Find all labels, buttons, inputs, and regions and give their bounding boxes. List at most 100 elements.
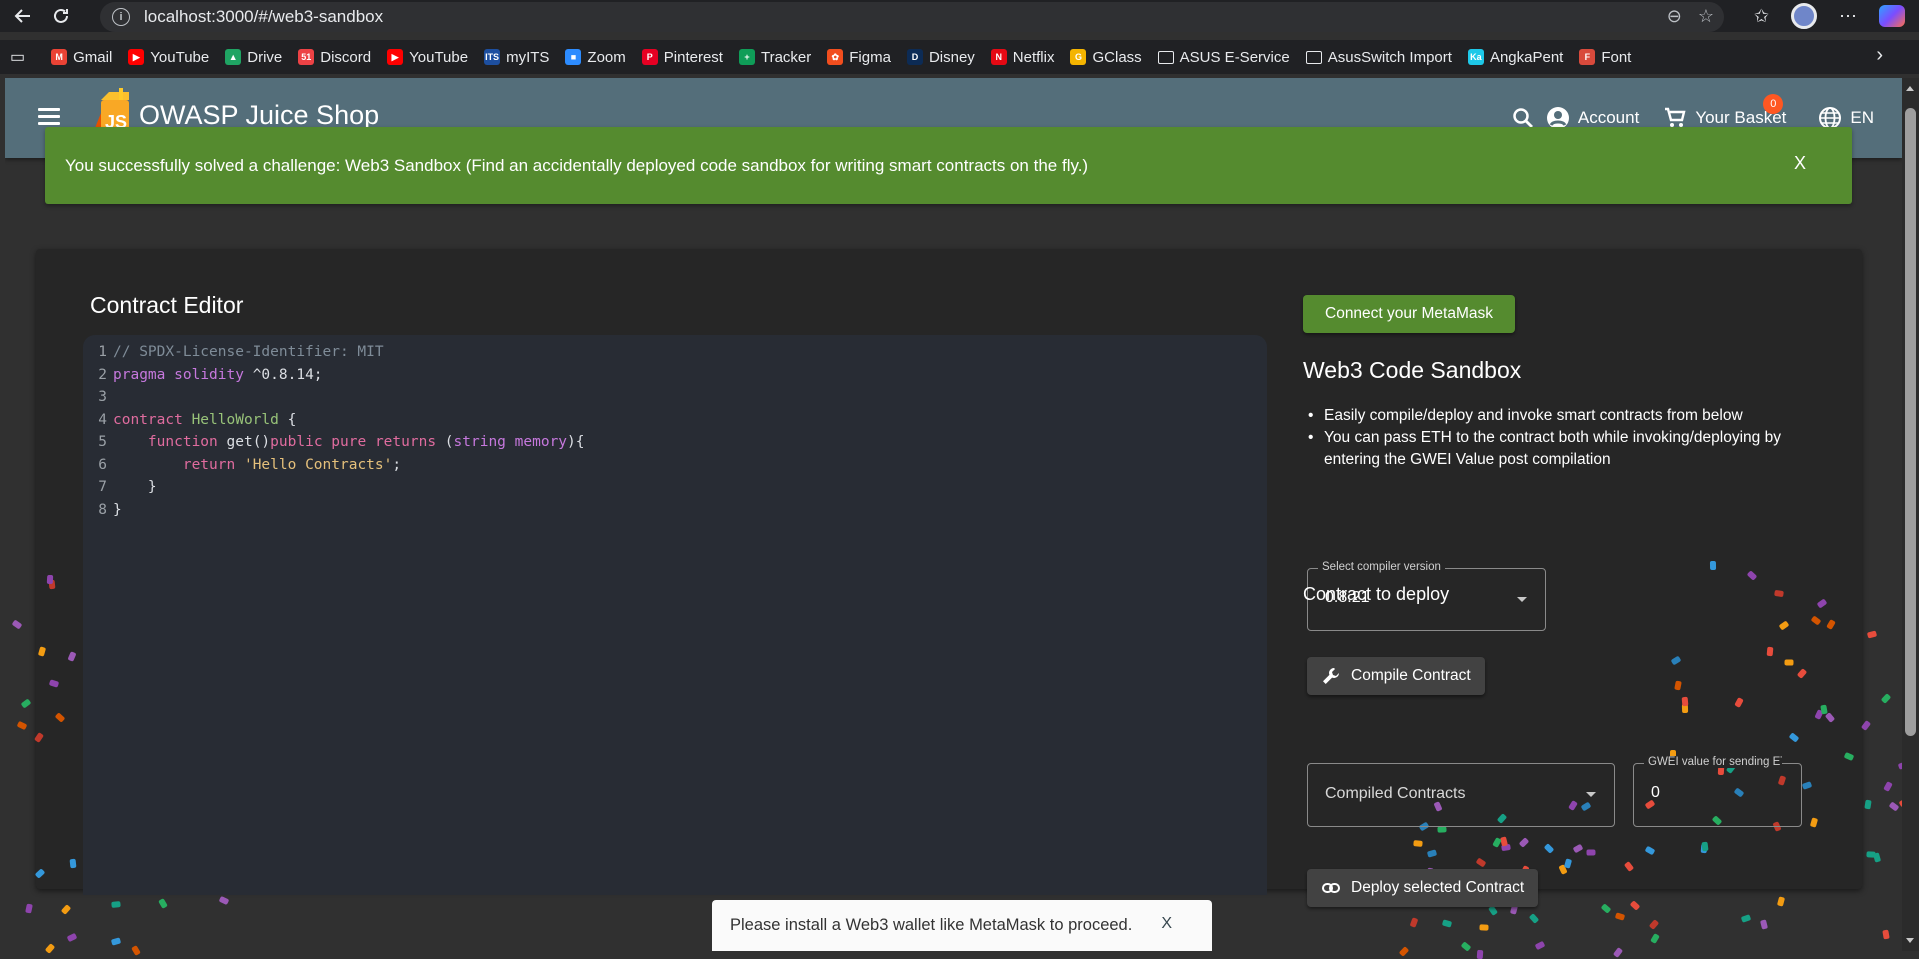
bookmark-item[interactable]: D Disney (899, 43, 983, 71)
code-line[interactable]: 3 (83, 386, 1267, 409)
bookmark-favicon-icon: ▶ (128, 49, 145, 65)
bookmark-item[interactable]: 51 Discord (290, 43, 379, 71)
confetti-piece (1701, 841, 1709, 852)
editor-title: Contract Editor (90, 292, 244, 318)
bookmark-label: YouTube (409, 48, 469, 66)
bookmark-label: AngkaPent (1489, 48, 1564, 66)
code-text: // SPDX-License-Identifier: MIT (113, 344, 384, 361)
zoom-out-icon[interactable]: ⊖ (1667, 6, 1682, 27)
bookmark-label: Discord (320, 48, 372, 66)
code-line[interactable]: 1 // SPDX-License-Identifier: MIT (83, 341, 1267, 364)
search-icon (1513, 108, 1533, 128)
confetti-piece (1436, 826, 1447, 833)
code-text: function get()public pure returns (strin… (147, 434, 585, 451)
compile-contract-label: Compile Contract (1351, 667, 1471, 684)
scrollbar-thumb[interactable] (1905, 108, 1916, 736)
line-number: 4 (98, 411, 107, 428)
tab-actions-icon[interactable]: ▭ (10, 47, 25, 67)
compiler-version-label: Select compiler version (1318, 561, 1445, 573)
favorite-star-icon[interactable]: ☆ (1698, 6, 1714, 27)
snackbar-close-button[interactable]: X (1161, 915, 1172, 933)
bookmark-item[interactable]: Ka AngkaPent (1460, 43, 1571, 71)
line-number: 6 (98, 456, 107, 473)
banner-close-button[interactable]: X (1794, 153, 1806, 174)
line-number: 3 (98, 389, 107, 406)
compiled-contracts-placeholder: Compiled Contracts (1325, 785, 1466, 802)
copilot-icon[interactable] (1879, 5, 1905, 27)
code-line[interactable]: 5 function get()public pure returns (str… (83, 431, 1267, 454)
confetti-piece (1586, 849, 1597, 856)
bookmark-favicon-icon: 51 (298, 49, 315, 65)
line-number: 8 (98, 501, 107, 518)
scroll-down-icon[interactable] (1906, 938, 1914, 943)
bookmark-favicon-icon: ITS (484, 49, 501, 65)
compiled-contracts-select[interactable]: Compiled Contracts (1307, 763, 1615, 827)
bookmark-item[interactable]: ▲ Drive (217, 43, 290, 71)
bookmark-label: Font (1601, 48, 1632, 66)
bookmark-item[interactable]: ▶ YouTube (120, 43, 217, 71)
bookmark-item[interactable]: ■ Zoom (557, 43, 633, 71)
connect-metamask-button[interactable]: Connect your MetaMask (1303, 295, 1515, 333)
chevron-down-icon (1517, 597, 1527, 602)
line-number: 1 (98, 344, 107, 361)
instruction-item: You can pass ETH to the contract both wh… (1306, 427, 1826, 471)
bookmark-label: ASUS E-Service (1179, 48, 1290, 66)
confetti-piece (1882, 929, 1890, 940)
scroll-up-icon[interactable] (1906, 86, 1914, 91)
url-text[interactable]: localhost:3000/#/web3-sandbox (144, 7, 383, 27)
confetti-piece (1766, 646, 1774, 657)
code-text: contract HelloWorld { (113, 411, 297, 428)
bookmark-item[interactable]: ASUS E-Service (1150, 43, 1298, 71)
more-options-icon[interactable]: ⋯ (1839, 6, 1857, 27)
bookmark-label: myITS (506, 48, 550, 66)
instruction-item: Easily compile/deploy and invoke smart c… (1306, 405, 1826, 427)
bookmark-label: Zoom (587, 48, 626, 66)
snackbar-message: Please install a Web3 wallet like MetaMa… (730, 916, 1133, 934)
confetti-piece (1784, 659, 1794, 666)
confetti-piece (1673, 680, 1682, 691)
code-line[interactable]: 6 return 'Hello Contracts'; (83, 454, 1267, 477)
deploy-section-title: Contract to deploy (1303, 584, 1450, 604)
code-line[interactable]: 2 pragma solidity ^0.8.14; (83, 364, 1267, 387)
bookmark-favicon-icon: ■ (565, 49, 582, 65)
address-bar[interactable]: i localhost:3000/#/web3-sandbox ⊖ ☆ (100, 2, 1724, 32)
page-scrollbar[interactable] (1902, 78, 1919, 951)
bookmark-item[interactable]: ✿ Figma (819, 43, 899, 71)
bookmark-item[interactable]: M Gmail (43, 43, 120, 71)
profile-avatar[interactable] (1791, 3, 1817, 29)
challenge-solved-banner: You successfully solved a challenge: Web… (45, 127, 1852, 204)
site-info-icon[interactable]: i (112, 8, 130, 26)
gwei-value-label: GWEI value for sending ETH (1644, 756, 1782, 768)
sandbox-instructions: Easily compile/deploy and invoke smart c… (1306, 405, 1826, 471)
bookmark-item[interactable]: ▶ YouTube (379, 43, 476, 71)
bookmark-label: GClass (1092, 48, 1142, 66)
bookmark-favicon-icon: ▶ (387, 49, 404, 65)
code-line[interactable]: 4 contract HelloWorld { (83, 409, 1267, 432)
gwei-value-input[interactable]: GWEI value for sending ETH 0 (1633, 756, 1802, 827)
code-editor[interactable]: 1 // SPDX-License-Identifier: MIT 2 pragma … (83, 335, 1267, 895)
gwei-value-text: 0 (1651, 784, 1660, 801)
bookmark-item[interactable]: G GClass (1062, 43, 1149, 71)
bookmark-item[interactable]: AsusSwitch Import (1298, 43, 1460, 71)
compile-contract-button[interactable]: Compile Contract (1307, 657, 1485, 695)
chevron-right-icon[interactable]: › (1876, 44, 1883, 67)
bookmark-label: AsusSwitch Import (1327, 48, 1452, 66)
bookmark-item[interactable]: N Netflix (983, 43, 1063, 71)
bookmark-favicon-icon: Ka (1467, 49, 1484, 65)
deploy-contract-button[interactable]: Deploy selected Contract (1307, 869, 1539, 907)
code-line[interactable]: 7 } (83, 476, 1267, 499)
confetti-piece (1413, 839, 1423, 847)
back-icon[interactable] (4, 0, 42, 32)
reload-icon[interactable] (42, 0, 80, 32)
code-text: pragma solidity ^0.8.14; (113, 366, 323, 383)
bookmark-item[interactable]: ITS myITS (476, 43, 557, 71)
confetti-piece (111, 901, 121, 909)
code-line[interactable]: 8} (83, 499, 1267, 522)
bookmark-favicon-icon: + (738, 49, 755, 65)
bookmark-item[interactable]: + Tracker (731, 43, 819, 71)
code-text: } (113, 501, 122, 518)
line-number: 7 (98, 479, 107, 496)
favorites-icon[interactable]: ✩ (1754, 6, 1769, 27)
bookmark-item[interactable]: F Font (1571, 43, 1639, 71)
bookmark-item[interactable]: P Pinterest (634, 43, 731, 71)
